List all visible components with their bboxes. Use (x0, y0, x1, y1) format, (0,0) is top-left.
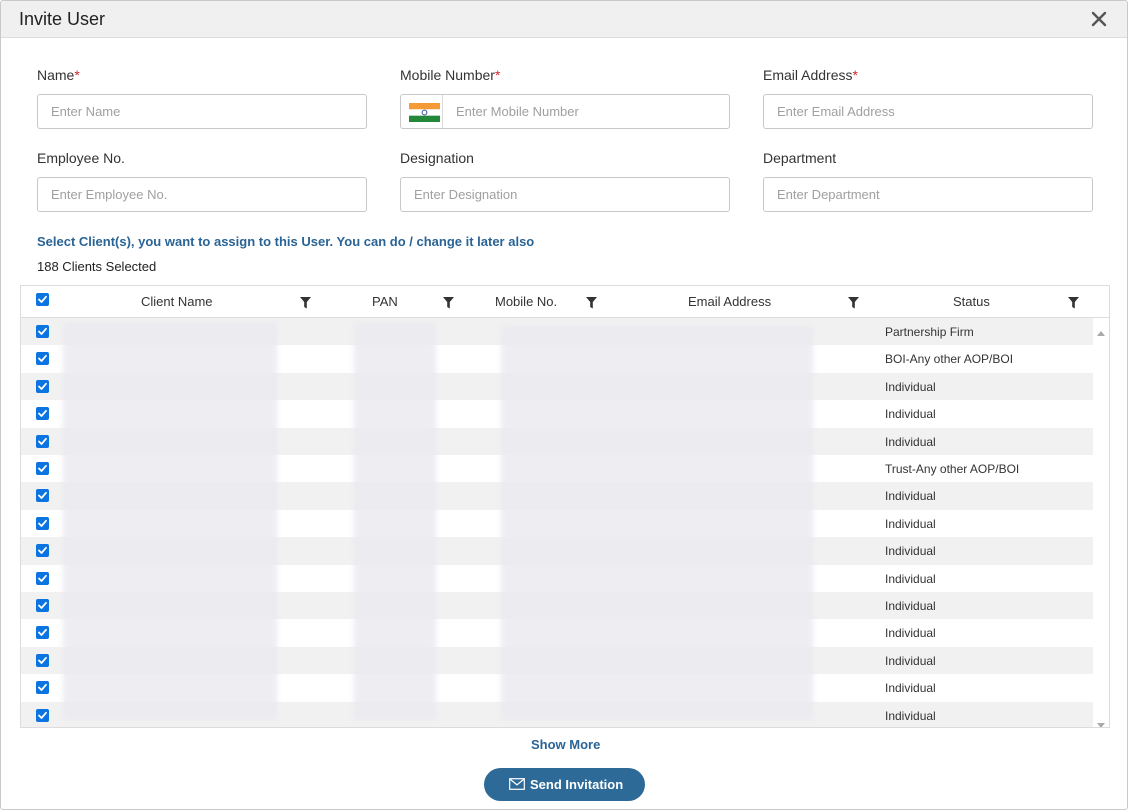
selected-count: 188 Clients Selected (37, 259, 157, 274)
column-header-email-address[interactable]: Email Address (688, 294, 771, 309)
grid-scrollbar[interactable] (1093, 318, 1109, 727)
row-checkbox[interactable] (36, 379, 49, 393)
row-status: Individual (885, 544, 936, 559)
grid-body: Partnership Firm BOI-Any other AOP/BOI Ind… (21, 318, 1093, 727)
name-label: Name* (37, 67, 80, 83)
redacted-pans (354, 322, 436, 720)
name-input[interactable] (37, 94, 367, 129)
row-status: Individual (885, 599, 936, 613)
mail-icon (509, 778, 525, 793)
row-checkbox[interactable] (36, 708, 49, 722)
row-status: Partnership Firm (885, 325, 974, 339)
column-header-mobile-no[interactable]: Mobile No. (495, 294, 557, 309)
row-status: Trust-Any other AOP/BOI (885, 462, 1020, 476)
row-status: Individual (885, 653, 936, 668)
row-status: Individual (885, 379, 936, 394)
row-checkbox[interactable] (36, 681, 49, 695)
show-more-link[interactable]: Show More (531, 737, 600, 752)
row-checkbox[interactable] (36, 653, 49, 667)
department-label: Department (763, 150, 837, 166)
column-header-pan[interactable]: PAN (372, 294, 398, 309)
row-checkbox[interactable] (36, 352, 49, 366)
scroll-up-icon[interactable] (1097, 323, 1105, 336)
department-input[interactable] (763, 177, 1093, 212)
row-status: Individual (885, 407, 936, 422)
send-invitation-label: Send Invitation (530, 777, 624, 792)
redacted-client-names (63, 322, 277, 720)
scroll-down-icon[interactable] (1097, 716, 1105, 727)
filter-icon[interactable] (1068, 296, 1079, 309)
row-checkbox[interactable] (36, 489, 49, 503)
row-checkbox[interactable] (36, 544, 49, 558)
row-checkbox[interactable] (36, 516, 49, 530)
row-status: Individual (885, 571, 936, 586)
dialog-header: Invite User (1, 1, 1127, 38)
employee-no-input[interactable] (37, 177, 367, 212)
send-invitation-button[interactable]: Send Invitation (484, 768, 645, 801)
redacted-mobile-emails (501, 326, 813, 720)
row-status: Individual (885, 708, 936, 723)
row-checkbox[interactable] (36, 434, 49, 448)
row-checkbox[interactable] (36, 407, 49, 421)
dialog-title: Invite User (19, 9, 106, 29)
row-status: Individual (885, 489, 936, 504)
row-status: Individual (885, 516, 936, 531)
row-checkbox[interactable] (36, 325, 49, 338)
close-icon[interactable] (1089, 9, 1109, 29)
row-checkbox[interactable] (36, 626, 49, 640)
designation-label: Designation (400, 150, 474, 166)
row-checkbox[interactable] (36, 571, 49, 585)
column-header-status[interactable]: Status (953, 294, 990, 309)
filter-icon[interactable] (300, 296, 311, 309)
india-flag-icon[interactable] (409, 103, 440, 122)
row-checkbox[interactable] (36, 462, 49, 475)
filter-icon[interactable] (848, 296, 859, 309)
clients-grid: Client Name PAN Mobile No. Email Address… (20, 285, 1110, 728)
mobile-input[interactable] (442, 95, 728, 128)
email-label: Email Address* (763, 67, 858, 83)
row-checkbox[interactable] (36, 599, 49, 612)
email-input[interactable] (763, 94, 1093, 129)
row-status: Individual (885, 434, 936, 449)
mobile-field (400, 94, 730, 129)
assign-instruction: Select Client(s), you want to assign to … (37, 234, 535, 249)
invite-user-dialog: Invite User Name* Mobile Number* Email A… (0, 0, 1128, 810)
filter-icon[interactable] (443, 296, 454, 309)
mobile-label: Mobile Number* (400, 67, 501, 83)
select-all-checkbox[interactable] (36, 293, 49, 306)
row-status: Individual (885, 626, 936, 641)
row-status: BOI-Any other AOP/BOI (885, 352, 1014, 367)
column-header-client-name[interactable]: Client Name (141, 294, 213, 309)
grid-header: Client Name PAN Mobile No. Email Address… (21, 286, 1109, 318)
designation-input[interactable] (400, 177, 730, 212)
filter-icon[interactable] (586, 296, 597, 309)
employee-no-label: Employee No. (37, 150, 125, 166)
row-status: Individual (885, 681, 936, 696)
